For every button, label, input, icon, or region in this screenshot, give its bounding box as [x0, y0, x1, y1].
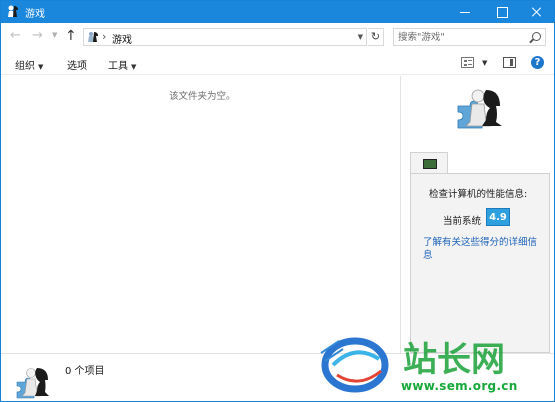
breadcrumb-separator-icon: ›: [102, 30, 107, 43]
tools-menu-button[interactable]: 工具 ▼: [108, 57, 136, 72]
minimize-button[interactable]: [448, 1, 482, 23]
games-folder-icon: [457, 89, 502, 129]
score-details-link[interactable]: 了解有关这些得分的详细信息: [423, 236, 543, 262]
search-box[interactable]: [393, 28, 546, 46]
maximize-button[interactable]: [485, 1, 519, 23]
view-options-chevron-icon[interactable]: ▼: [482, 59, 487, 67]
chess-pieces-icon: [88, 32, 98, 42]
performance-score-badge: 4.9: [486, 208, 510, 226]
performance-heading: 检查计算机的性能信息:: [429, 189, 528, 200]
current-system-label: 当前系统: [443, 216, 482, 227]
up-arrow-icon[interactable]: ↑: [65, 28, 77, 44]
details-pane: 检查计算机的性能信息: 当前系统 4.9 了解有关这些得分的详细信息: [400, 76, 554, 353]
window-title: 游戏: [25, 9, 45, 20]
chess-pieces-icon: [8, 5, 18, 17]
address-history-chevron-icon[interactable]: ▼: [358, 33, 363, 41]
help-icon[interactable]: ?: [531, 56, 544, 69]
games-folder-icon: [16, 368, 49, 399]
forward-arrow-icon[interactable]: →: [32, 29, 43, 43]
refresh-button[interactable]: ↻: [368, 28, 384, 46]
organize-menu-button[interactable]: 组织 ▼: [15, 57, 43, 72]
item-count-text: 0 个项目: [65, 366, 105, 377]
organize-label: 组织: [15, 61, 35, 72]
recent-locations-chevron-icon[interactable]: ▼: [52, 31, 57, 39]
navigation-bar: ← → ▼ ↑ › 游戏 ▼ ↻: [1, 23, 554, 51]
tab-performance[interactable]: [410, 152, 448, 174]
command-bar: 组织 ▼ 选项 工具 ▼ ▼ ?: [1, 51, 554, 75]
empty-folder-message: 该文件夹为空。: [169, 91, 236, 102]
explorer-window: 游戏 ← → ▼ ↑ › 游戏 ▼ ↻ 组织▼ 选项 工具▼: [0, 0, 555, 402]
breadcrumb-item[interactable]: 游戏: [112, 31, 132, 46]
watermark-domain-text: www.sem.org.cn: [401, 379, 518, 393]
performance-panel: 检查计算机的性能信息: 当前系统 4.9 了解有关这些得分的详细信息: [410, 173, 550, 353]
tools-label: 工具: [108, 61, 128, 72]
search-icon[interactable]: [532, 32, 541, 41]
address-bar[interactable]: › 游戏 ▼: [83, 28, 367, 46]
search-input[interactable]: [398, 30, 528, 44]
close-button[interactable]: [520, 1, 554, 23]
back-arrow-icon[interactable]: ←: [10, 29, 21, 43]
caret-down-icon: ▼: [131, 63, 137, 71]
options-button[interactable]: 选项: [67, 57, 87, 72]
svg-text:站长网: 站长网: [403, 340, 505, 380]
monitor-icon: [423, 159, 437, 169]
preview-pane-icon[interactable]: [503, 57, 516, 68]
file-list-area[interactable]: 该文件夹为空。: [1, 76, 399, 353]
caret-down-icon: ▼: [38, 63, 44, 71]
change-view-icon[interactable]: [461, 57, 474, 68]
title-bar[interactable]: 游戏: [1, 1, 554, 23]
